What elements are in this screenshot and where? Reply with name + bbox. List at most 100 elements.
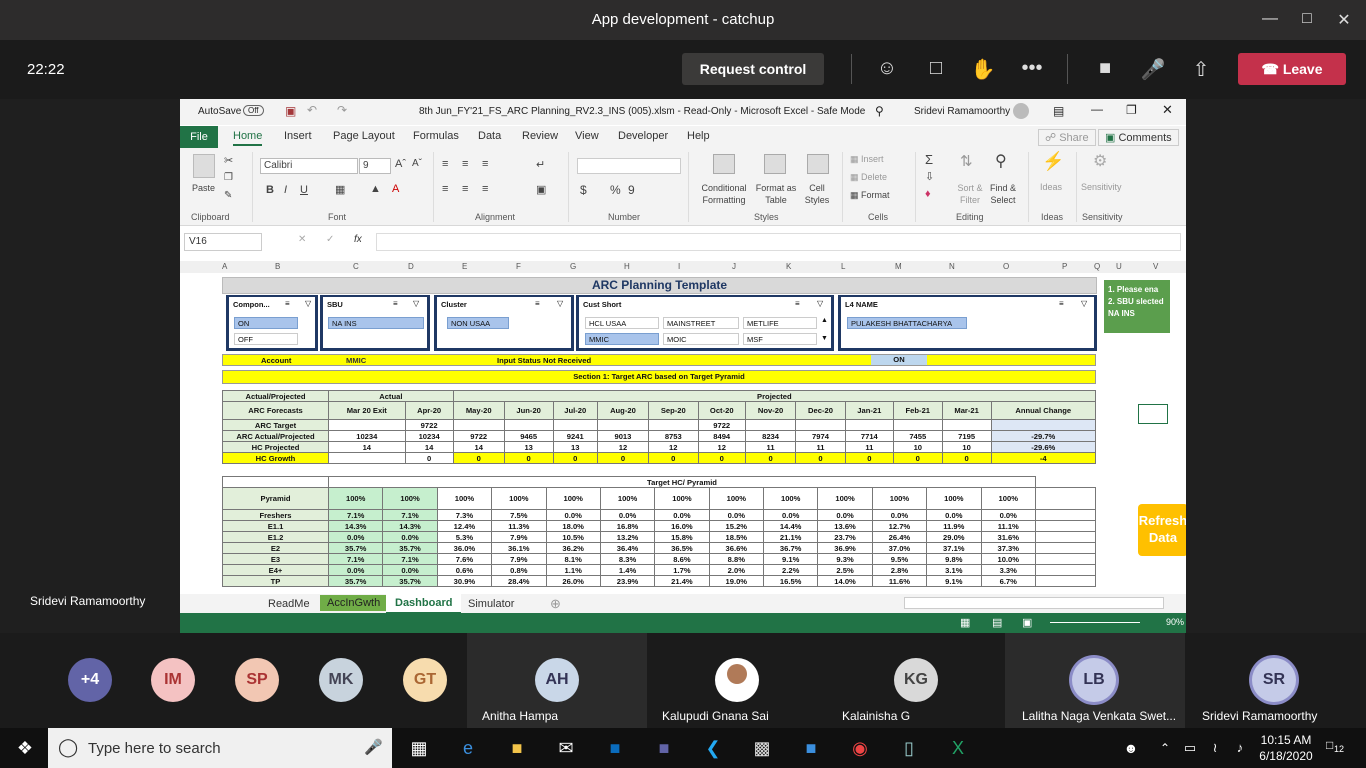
table-cell[interactable]: -4 (990, 452, 1097, 464)
avatar[interactable]: SR (1252, 658, 1296, 702)
table-cell[interactable]: 11.1% (980, 520, 1036, 532)
table-cell[interactable]: 7.3% (436, 509, 493, 521)
participants-icon[interactable]: ☺ (872, 57, 902, 81)
col-header-c[interactable]: C (353, 262, 359, 271)
table-cell[interactable]: 2.2% (762, 564, 819, 576)
table-cell[interactable]: 10.5% (545, 531, 601, 543)
share-screen-icon[interactable]: ⇧ (1186, 57, 1216, 81)
table-cell[interactable]: 10.0% (980, 553, 1036, 565)
table-cell[interactable]: E2 (222, 542, 329, 554)
table-cell[interactable]: 37.1% (926, 542, 982, 554)
table-cell[interactable]: 37.3% (980, 542, 1036, 554)
taskbar-search[interactable]: ◯ Type here to search 🎤 (48, 728, 392, 768)
table-cell[interactable]: 2.0% (708, 564, 765, 576)
table-cell[interactable]: 36.9% (817, 542, 873, 554)
table-cell[interactable]: 10 (941, 441, 992, 453)
table-cell[interactable]: 9.1% (926, 575, 982, 587)
table-cell[interactable] (941, 419, 992, 431)
format-cells-button[interactable]: ▦ Format (850, 190, 890, 201)
enter-icon[interactable]: ✓ (326, 234, 334, 245)
table-cell[interactable] (1035, 520, 1096, 532)
table-cell[interactable]: 29.0% (926, 531, 982, 543)
table-cell[interactable]: 0 (941, 452, 992, 464)
table-cell[interactable]: 6.7% (980, 575, 1036, 587)
close-icon[interactable]: ✕ (1162, 102, 1173, 118)
avatar[interactable]: LB (1072, 658, 1116, 702)
add-sheet-icon[interactable]: ⊕ (550, 596, 561, 612)
table-cell[interactable]: 100% (654, 487, 710, 510)
autosum-icon[interactable]: Σ (925, 152, 933, 167)
tab-help[interactable]: Help (687, 130, 710, 142)
table-cell[interactable]: 11 (795, 441, 846, 453)
chrome-icon[interactable]: ◉ (845, 736, 875, 760)
col-header-k[interactable]: K (786, 262, 791, 271)
cut-icon[interactable]: ✂ (224, 154, 233, 167)
overflow-participants-badge[interactable]: +4 (68, 658, 112, 702)
col-header-d[interactable]: D (408, 262, 414, 271)
redo-icon[interactable]: ↷ (337, 103, 347, 117)
avatar[interactable]: SP (235, 658, 279, 702)
table-cell[interactable]: 0 (452, 452, 505, 464)
table-cell[interactable]: 2.5% (817, 564, 873, 576)
slicer-cust-short[interactable]: Cust Short ≡ ▽ HCL USAA MAINSTREET METLI… (576, 295, 834, 351)
table-cell[interactable]: 11 (744, 441, 797, 453)
table-cell[interactable]: 7.1% (327, 509, 384, 521)
tab-page-layout[interactable]: Page Layout (333, 130, 395, 142)
conditional-formatting-label[interactable]: Conditional Formatting (696, 182, 752, 206)
col-header-m[interactable]: M (895, 262, 902, 271)
table-cell[interactable]: 11.6% (871, 575, 928, 587)
table-cell[interactable] (892, 419, 943, 431)
italic-icon[interactable]: I (284, 184, 287, 196)
table-cell[interactable]: 16.0% (654, 520, 710, 532)
tab-insert[interactable]: Insert (284, 130, 312, 142)
table-cell[interactable]: 12 (596, 441, 649, 453)
table-cell[interactable]: 7455 (892, 430, 943, 442)
task-view-icon[interactable]: ▦ (404, 736, 434, 760)
table-cell[interactable]: HC Projected (222, 441, 329, 453)
format-as-table-label[interactable]: Format as Table (752, 182, 800, 206)
slicer-item[interactable]: NA INS (328, 317, 424, 329)
table-cell[interactable]: 7.1% (382, 553, 438, 565)
col-header-e[interactable]: E (462, 262, 467, 271)
table-cell[interactable]: 3.1% (926, 564, 982, 576)
insert-function-icon[interactable]: fx (354, 234, 362, 245)
find-select-icon[interactable]: ⚲ (995, 151, 1007, 171)
table-cell[interactable]: 31.6% (980, 531, 1036, 543)
table-cell[interactable]: 7195 (941, 430, 992, 442)
slicer-component[interactable]: Compon... ≡ ▽ ON OFF (226, 295, 318, 351)
page-layout-icon[interactable]: ▤ (992, 616, 1002, 629)
slicer-item[interactable]: MOIC (663, 333, 739, 345)
table-cell[interactable]: Pyramid (222, 487, 329, 510)
table-cell[interactable]: 0.0% (654, 509, 710, 521)
table-cell[interactable]: 36.4% (599, 542, 656, 554)
file-explorer-icon[interactable]: ■ (502, 736, 532, 760)
table-cell[interactable]: 7974 (795, 430, 846, 442)
mic-muted-icon[interactable]: 🎤 (1138, 57, 1168, 81)
avatar[interactable]: IM (151, 658, 195, 702)
ribbon-display-icon[interactable]: ▤ (1053, 104, 1064, 118)
table-cell[interactable]: 16.8% (599, 520, 656, 532)
formula-input[interactable] (376, 233, 1181, 251)
zoom-level[interactable]: 90% (1166, 617, 1184, 627)
format-as-table-icon[interactable] (764, 154, 786, 174)
table-cell[interactable]: 23.9% (599, 575, 656, 587)
table-cell[interactable]: 0 (404, 452, 454, 464)
tab-view[interactable]: View (575, 130, 599, 142)
table-cell[interactable]: 9.8% (926, 553, 982, 565)
volume-icon[interactable]: ♪ (1225, 736, 1255, 760)
user-avatar[interactable] (1013, 103, 1029, 119)
align-left-icon[interactable]: ≡ (442, 183, 448, 195)
table-cell[interactable]: 0.0% (980, 509, 1036, 521)
app-icon[interactable]: ▯ (894, 736, 924, 760)
sort-filter-label[interactable]: Sort & Filter (952, 182, 988, 206)
table-cell[interactable] (596, 419, 649, 431)
refresh-data-button[interactable]: Refresh Data (1138, 504, 1186, 556)
table-cell[interactable]: 7714 (844, 430, 894, 442)
col-header-g[interactable]: G (570, 262, 576, 271)
table-cell[interactable]: 10 (892, 441, 943, 453)
mail-icon[interactable]: ✉ (551, 736, 581, 760)
clear-icon[interactable]: ♦ (925, 188, 931, 200)
bold-icon[interactable]: B (266, 184, 274, 196)
table-cell[interactable]: ARC Target (222, 419, 329, 431)
ideas-icon[interactable]: ⚡ (1042, 151, 1064, 172)
